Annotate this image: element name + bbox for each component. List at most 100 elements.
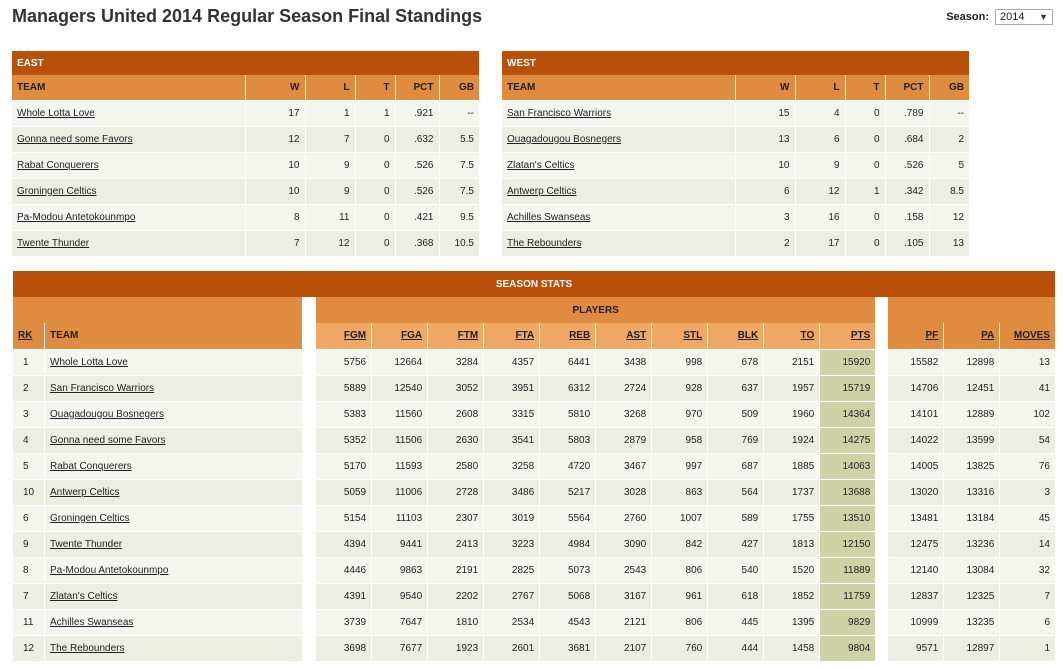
team-link[interactable]: The Rebounders — [507, 238, 582, 249]
stats-col-stl[interactable]: STL — [651, 323, 708, 349]
team-cell: The Rebounders — [502, 229, 735, 256]
stats-fgm-cell: 5756 — [315, 348, 372, 375]
team-link[interactable]: The Rebounders — [50, 643, 125, 654]
team-link[interactable]: Ouagadougou Bosnegers — [50, 409, 164, 420]
team-link[interactable]: Antwerp Celtics — [507, 186, 576, 197]
stats-to-cell: 1755 — [763, 504, 820, 531]
column-gap — [302, 530, 316, 557]
column-gap — [302, 504, 316, 531]
west-l-cell: 17 — [794, 229, 845, 256]
team-cell: Antwerp Celtics — [43, 478, 303, 505]
team-link[interactable]: Pa-Modou Antetokounmpo — [17, 212, 135, 223]
stats-fgm-cell: 5889 — [315, 374, 372, 401]
team-link[interactable]: Zlatan's Celtics — [507, 160, 575, 171]
stats-pa-cell: 12889 — [943, 400, 1000, 427]
table-row: 1 Whole Lotta Love 5756 12664 3284 4357 6441 34… — [12, 348, 1055, 375]
team-link[interactable]: Whole Lotta Love — [17, 108, 95, 119]
team-link[interactable]: Zlatan's Celtics — [50, 591, 118, 602]
season-selector: Season: 2014 ▼ — [946, 9, 1053, 25]
stats-ftm-cell: 2202 — [427, 582, 484, 609]
stats-stl-cell: 928 — [651, 374, 708, 401]
stats-rk-cell: 5 — [12, 452, 45, 479]
team-cell: Pa-Modou Antetokounmpo — [43, 556, 303, 583]
stats-rk-cell: 11 — [12, 608, 45, 635]
team-link[interactable]: Achilles Swanseas — [507, 212, 590, 223]
table-row: Ouagadougou Bosnegers 13 6 0.684 2 — [502, 125, 969, 152]
east-w-cell: 7 — [244, 229, 305, 256]
table-row: 11 Achilles Swanseas 3739 7647 1810 2534 4543 2… — [12, 608, 1055, 635]
west-l-cell: 12 — [794, 177, 845, 204]
stats-pf-cell: 12475 — [887, 530, 944, 557]
east-l-cell: 9 — [304, 151, 355, 178]
team-link[interactable]: Ouagadougou Bosnegers — [507, 134, 621, 145]
stats-col-fgm[interactable]: FGM — [315, 323, 372, 349]
stats-col-ftm[interactable]: FTM — [427, 323, 484, 349]
stats-to-cell: 1960 — [763, 400, 820, 427]
team-link[interactable]: Groningen Celtics — [50, 513, 129, 524]
team-cell: Pa-Modou Antetokounmpo — [12, 203, 245, 230]
team-link[interactable]: Twente Thunder — [17, 238, 89, 249]
stats-rk-cell: 1 — [12, 348, 45, 375]
west-l-cell: 9 — [794, 151, 845, 178]
stats-col-pa[interactable]: PA — [943, 323, 1000, 349]
west-col-pct: PCT — [884, 75, 929, 100]
stats-fga-cell: 11593 — [371, 452, 428, 479]
stats-col-rk[interactable]: RK — [12, 323, 45, 349]
stats-pf-cell: 13020 — [887, 478, 944, 505]
stats-col-ast[interactable]: AST — [595, 323, 652, 349]
team-link[interactable]: Rabat Conquerers — [17, 160, 99, 171]
stats-ast-cell: 2121 — [595, 608, 652, 635]
column-gap — [875, 323, 888, 349]
east-l-cell: 7 — [304, 125, 355, 152]
team-link[interactable]: Gonna need some Favors — [17, 134, 133, 145]
column-gap — [875, 400, 888, 427]
west-heading: WEST — [502, 51, 969, 75]
team-link[interactable]: Achilles Swanseas — [50, 617, 133, 628]
stats-pts-cell: 14275 — [819, 426, 876, 453]
team-link[interactable]: Whole Lotta Love — [50, 357, 128, 368]
stats-ast-cell: 2107 — [595, 634, 652, 661]
stats-rk-cell: 4 — [12, 426, 45, 453]
table-row: 9 Twente Thunder 4394 9441 2413 3223 4984 3090 8… — [12, 530, 1055, 557]
team-link[interactable]: Gonna need some Favors — [50, 435, 166, 446]
east-gb-cell: 9.5 — [438, 203, 479, 230]
stats-col-blk[interactable]: BLK — [707, 323, 764, 349]
stats-moves-cell: 54 — [999, 426, 1055, 453]
stats-col-moves[interactable]: MOVES — [999, 323, 1055, 349]
stats-col-pf[interactable]: PF — [887, 323, 944, 349]
stats-blk-cell: 540 — [707, 556, 764, 583]
stats-col-fga[interactable]: FGA — [371, 323, 428, 349]
team-cell: San Francisco Warriors — [502, 99, 735, 126]
table-row: Antwerp Celtics 6 12 1.342 8.5 — [502, 177, 969, 204]
season-dropdown[interactable]: 2014 ▼ — [995, 9, 1053, 25]
stats-col-to[interactable]: TO — [763, 323, 820, 349]
table-row: Achilles Swanseas 3 16 0.158 12 — [502, 203, 969, 230]
column-gap — [875, 582, 888, 609]
table-row: 5 Rabat Conquerers 5170 11593 2580 3258 4720 34… — [12, 452, 1055, 479]
team-cell: Achilles Swanseas — [502, 203, 735, 230]
stats-pa-cell: 13316 — [943, 478, 1000, 505]
stats-fgm-cell: 5383 — [315, 400, 372, 427]
team-link[interactable]: San Francisco Warriors — [507, 108, 611, 119]
stats-col-fta[interactable]: FTA — [483, 323, 540, 349]
column-gap — [302, 452, 316, 479]
season-stats-heading: SEASON STATS — [12, 271, 1055, 297]
team-link[interactable]: Groningen Celtics — [17, 186, 96, 197]
stats-to-cell: 1852 — [763, 582, 820, 609]
stats-fga-cell: 11006 — [371, 478, 428, 505]
team-link[interactable]: Rabat Conquerers — [50, 461, 132, 472]
team-link[interactable]: Twente Thunder — [50, 539, 122, 550]
team-link[interactable]: San Francisco Warriors — [50, 383, 154, 394]
stats-fta-cell: 3951 — [483, 374, 540, 401]
team-link[interactable]: Pa-Modou Antetokounmpo — [50, 565, 168, 576]
team-link[interactable]: Antwerp Celtics — [50, 487, 119, 498]
table-row: Twente Thunder 7 12 0.368 10.5 — [12, 229, 479, 256]
stats-col-reb[interactable]: REB — [539, 323, 596, 349]
stats-pa-cell: 13599 — [943, 426, 1000, 453]
stats-moves-cell: 1 — [999, 634, 1055, 661]
stats-col-pts[interactable]: PTS — [819, 323, 876, 349]
players-heading: PLAYERS — [315, 297, 876, 323]
east-l-cell: 11 — [304, 203, 355, 230]
stats-fgm-cell: 5154 — [315, 504, 372, 531]
west-standings-table: WEST TEAM W L T PCT GB San Francisco Warriors… — [502, 51, 969, 256]
